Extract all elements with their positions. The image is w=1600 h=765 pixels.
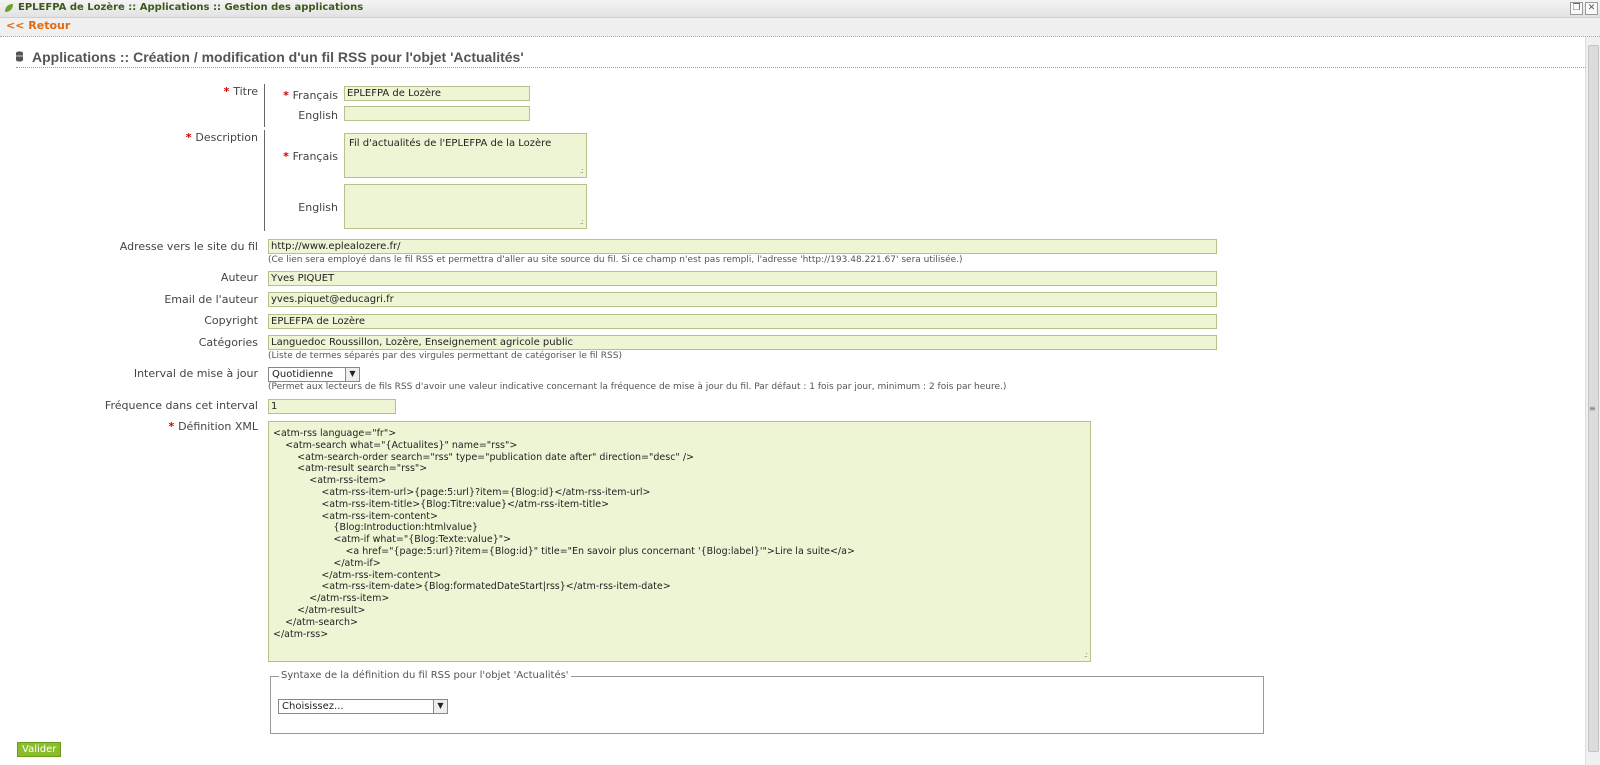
copyright-input[interactable]: EPLEFPA de Lozère (268, 314, 1217, 329)
xml-line: </atm-result> (273, 604, 366, 616)
categories-label: Catégories (198, 336, 258, 349)
page-header: Applications :: Création / modification … (16, 49, 1586, 68)
titre-label: * Titre (223, 85, 258, 98)
xml-line: {Blog:Introduction:htmlvalue} (273, 522, 479, 534)
copyright-label: Copyright (204, 314, 258, 327)
description-label: * Description (185, 131, 258, 144)
email-input[interactable]: yves.piquet@educagri.fr (268, 292, 1217, 307)
chevron-down-icon[interactable]: ▼ (433, 700, 447, 713)
syntax-fieldset: Syntaxe de la définition du fil RSS pour… (270, 670, 1264, 734)
description-group-bar (264, 130, 265, 231)
xml-line: <atm-rss-item-content> (273, 510, 438, 522)
xml-label: * Définition XML (168, 420, 258, 433)
scroll-grip-icon: ≡ (1589, 404, 1596, 413)
vertical-scrollbar[interactable]: ≡ (1585, 37, 1600, 765)
xml-line: <atm-rss-item> (273, 475, 387, 487)
titre-fr-label: * Français (283, 89, 338, 102)
titre-fr-input[interactable]: EPLEFPA de Lozère (344, 86, 530, 101)
titre-en-input[interactable] (344, 106, 530, 121)
back-bar: << Retour (0, 18, 1600, 37)
frequence-label: Fréquence dans cet interval (104, 399, 258, 412)
xml-line: <a href="{page:5:url}?item={Blog:id}" ti… (273, 545, 855, 557)
interval-label: Interval de mise à jour (133, 367, 258, 380)
categories-hint: (Liste de termes séparés par des virgule… (268, 351, 622, 361)
site-hint: (Ce lien sera employé dans le fil RSS et… (268, 255, 963, 265)
xml-line: <atm-search what="{Actualites}" name="rs… (273, 439, 518, 451)
xml-line: </atm-rss-item-content> (273, 569, 442, 581)
interval-select[interactable]: Quotidienne ▼ (268, 367, 360, 382)
interval-select-value: Quotidienne (272, 369, 334, 380)
resize-grip-icon[interactable]: .: (580, 217, 584, 226)
submit-button[interactable]: Valider (17, 742, 62, 757)
resize-grip-icon[interactable]: .: (580, 166, 584, 175)
back-link[interactable]: << Retour (6, 19, 70, 32)
restore-icon[interactable]: ❐ (1570, 2, 1583, 15)
xml-line: </atm-if> (273, 557, 381, 569)
description-en-textarea[interactable]: .: (344, 184, 587, 229)
description-en-label: English (298, 201, 338, 214)
leaf-logo-icon (5, 4, 13, 12)
auteur-input[interactable]: Yves PIQUET (268, 271, 1217, 286)
xml-line: <atm-search-order search="rss" type="pub… (273, 451, 694, 463)
titre-group-bar (264, 84, 265, 127)
window-title: EPLEFPA de Lozère :: Applications :: Ges… (18, 2, 364, 13)
syntax-select-value: Choisissez... (282, 701, 344, 712)
xml-definition-textarea[interactable]: <atm-rss language="fr"> <atm-search what… (268, 421, 1091, 662)
xml-line: <atm-rss-item-date>{Blog:formatedDateSta… (273, 581, 671, 593)
frequence-input[interactable]: 1 (268, 399, 396, 414)
auteur-label: Auteur (220, 271, 258, 284)
xml-line: <atm-rss-item-url>{page:5:url}?item={Blo… (273, 486, 651, 498)
description-fr-label: * Français (283, 150, 338, 163)
xml-line: <atm-rss language="fr"> (273, 428, 397, 439)
xml-line: </atm-rss-item> (273, 593, 390, 605)
xml-line: <atm-rss-item-title>{Blog:Titre:value}</… (273, 498, 610, 510)
scrollbar-thumb[interactable] (1588, 45, 1599, 752)
site-label: Adresse vers le site du fil (119, 240, 258, 253)
email-label: Email de l'auteur (164, 293, 258, 306)
xml-line: <atm-if what="{Blog:Texte:value}"> (273, 534, 512, 546)
database-icon (16, 51, 23, 62)
syntax-select[interactable]: Choisissez... ▼ (278, 699, 448, 714)
page-title: Applications :: Création / modification … (32, 49, 524, 65)
syntax-legend: Syntaxe de la définition du fil RSS pour… (279, 670, 571, 681)
resize-grip-icon[interactable]: .: (1084, 650, 1088, 659)
titre-en-label: English (298, 109, 338, 122)
description-fr-text: Fil d'actualités de l'EPLEFPA de la Lozè… (349, 138, 552, 149)
xml-line: </atm-rss> (273, 628, 329, 640)
categories-input[interactable]: Languedoc Roussillon, Lozère, Enseigneme… (268, 335, 1217, 350)
chevron-down-icon[interactable]: ▼ (345, 368, 359, 381)
close-icon[interactable]: ✕ (1585, 2, 1598, 15)
xml-line: </atm-search> (273, 616, 358, 628)
interval-hint: (Permet aux lecteurs de fils RSS d'avoir… (268, 382, 1007, 392)
description-fr-textarea[interactable]: Fil d'actualités de l'EPLEFPA de la Lozè… (344, 133, 587, 178)
xml-line: <atm-result search="rss"> (273, 463, 428, 475)
site-url-input[interactable]: http://www.eplealozere.fr/ (268, 239, 1217, 254)
window-titlebar: EPLEFPA de Lozère :: Applications :: Ges… (0, 0, 1600, 18)
